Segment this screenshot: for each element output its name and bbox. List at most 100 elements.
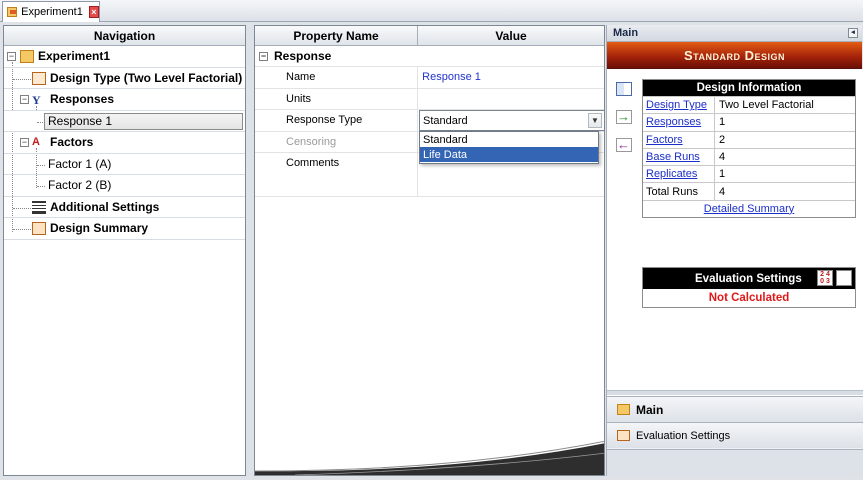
tree-line	[37, 186, 45, 187]
tree-line	[13, 78, 31, 80]
evaluation-settings-icon	[617, 430, 630, 441]
name-value-field[interactable]: Response 1	[418, 67, 604, 88]
accordion-splitter[interactable]	[607, 390, 863, 395]
nav-item-label: Response 1	[48, 113, 113, 128]
pin-icon[interactable]: ◂	[848, 28, 858, 38]
evaluation-settings-title: Evaluation Settings	[695, 272, 802, 285]
nav-item-factor-1[interactable]: Factor 1 (A)	[4, 154, 245, 175]
category-label: Response	[274, 49, 332, 63]
main-panel-title: Main	[613, 27, 639, 39]
property-row-name[interactable]: Name Response 1	[255, 67, 604, 89]
response-type-select[interactable]: Standard ▼	[419, 110, 605, 131]
property-name: Name	[255, 67, 419, 88]
design-type-link[interactable]: Design Type	[643, 97, 715, 114]
nav-item-additional-settings[interactable]: Additional Settings	[4, 197, 245, 218]
navigation-panel: Navigation − Experiment1 Design Type (Tw…	[3, 25, 246, 476]
nav-item-responses[interactable]: − Y Responses	[4, 89, 245, 111]
property-name: Response Type	[255, 110, 419, 131]
collapse-toggle-icon[interactable]: −	[20, 95, 29, 104]
main-panel-header: Main ◂	[607, 25, 862, 42]
responses-link[interactable]: Responses	[643, 114, 715, 131]
accordion-footer	[607, 449, 863, 476]
nav-item-factors[interactable]: − A Factors	[4, 132, 245, 154]
design-information-title: Design Information	[643, 80, 855, 96]
nav-item-label: Responses	[50, 92, 115, 107]
property-row-units[interactable]: Units	[255, 88, 604, 110]
detailed-summary-link[interactable]: Detailed Summary	[643, 199, 855, 217]
design-info-row: Responses 1	[643, 113, 855, 131]
accordion-evaluation-button[interactable]: Evaluation Settings	[607, 422, 863, 448]
standard-design-banner: Standard Design	[607, 42, 862, 69]
evaluation-settings-box: Evaluation Settings 2 40 3 Not Calculate…	[642, 267, 856, 308]
nav-item-label: Factor 2 (B)	[48, 178, 112, 193]
design-info-row: Total Runs 4	[643, 182, 855, 200]
banner-title: Standard Design	[683, 47, 785, 63]
tree-line	[37, 164, 45, 166]
design-info-row: Base Runs 4	[643, 147, 855, 166]
document-tab[interactable]: Experiment1 ×	[2, 1, 100, 22]
factors-icon: A	[32, 136, 40, 148]
design-info-value: 1	[719, 116, 726, 129]
factors-link[interactable]: Factors	[643, 131, 715, 148]
nav-item-label: Factor 1 (A)	[48, 156, 112, 171]
settings-list-icon[interactable]	[836, 270, 852, 286]
experiment-folio-icon	[7, 7, 18, 17]
green-arrow-icon[interactable]: →	[616, 110, 632, 124]
total-runs-label: Total Runs	[643, 183, 715, 200]
response-type-value: Standard	[423, 114, 468, 127]
design-info-row: Replicates 1	[643, 165, 855, 183]
collapse-toggle-icon[interactable]: −	[7, 52, 16, 61]
design-transfer-icon[interactable]	[616, 82, 632, 96]
design-info-value: Two Level Factorial	[719, 99, 814, 112]
nav-item-design-type[interactable]: Design Type (Two Level Factorial)	[4, 68, 245, 89]
nav-item-label: Additional Settings	[50, 199, 160, 214]
replicates-link[interactable]: Replicates	[643, 166, 715, 183]
nav-item-design-summary[interactable]: Design Summary	[4, 218, 245, 240]
collapse-toggle-icon[interactable]: −	[259, 51, 268, 61]
units-value-field[interactable]	[418, 89, 604, 110]
dropdown-option-standard[interactable]: Standard	[420, 132, 598, 147]
accordion-main-label: Main	[636, 402, 664, 417]
document-tab-title: Experiment1	[21, 6, 83, 18]
document-tab-strip: Experiment1 ×	[0, 0, 863, 22]
nav-item-label: Factors	[50, 135, 94, 150]
property-grid: Property Name Value − Response Name Resp…	[254, 25, 605, 476]
experiment-folio-icon	[20, 50, 34, 63]
design-information-box: Design Information Design Type Two Level…	[642, 79, 856, 218]
nav-item-experiment1[interactable]: − Experiment1	[4, 46, 245, 68]
nav-item-label: Experiment1	[38, 49, 111, 64]
design-type-icon	[32, 71, 46, 85]
design-info-row: Design Type Two Level Factorial	[643, 96, 855, 114]
purple-arrow-icon[interactable]: ←	[616, 138, 632, 152]
close-icon[interactable]: ×	[88, 6, 99, 18]
design-summary-icon	[32, 222, 46, 235]
decorative-swoosh	[255, 440, 604, 475]
panel-splitter[interactable]	[246, 25, 254, 476]
property-name: Units	[255, 88, 419, 109]
matrix-icon[interactable]: 2 40 3	[817, 270, 833, 286]
settings-list-icon	[32, 200, 46, 214]
responses-icon: Y	[32, 93, 41, 107]
evaluation-status: Not Calculated	[708, 292, 790, 304]
base-runs-link[interactable]: Base Runs	[643, 148, 715, 166]
nav-item-response-1[interactable]: Response 1	[4, 110, 245, 132]
category-response[interactable]: − Response	[255, 46, 604, 67]
main-icon	[617, 404, 630, 415]
design-info-value: 2	[719, 133, 726, 146]
property-name: Censoring	[255, 131, 419, 152]
tree-line	[13, 229, 31, 230]
accordion-main-button[interactable]: Main	[607, 396, 863, 422]
nav-item-label: Design Type (Two Level Factorial)	[50, 70, 243, 85]
collapse-toggle-icon[interactable]: −	[20, 138, 29, 147]
value-header: Value	[418, 26, 604, 46]
tree-line	[13, 207, 31, 209]
main-panel: Main ◂ Standard Design → ← Design Inform…	[606, 25, 863, 476]
nav-item-label: Design Summary	[50, 221, 149, 236]
accordion-evaluation-label: Evaluation Settings	[636, 429, 731, 442]
dropdown-option-life-data[interactable]: Life Data	[420, 147, 598, 162]
chevron-down-icon[interactable]: ▼	[588, 113, 602, 128]
main-content: → ← Design Information Design Type Two L…	[607, 69, 863, 419]
nav-item-factor-2[interactable]: Factor 2 (B)	[4, 175, 245, 197]
navigation-header: Navigation	[4, 26, 245, 46]
property-name: Comments	[255, 153, 419, 196]
